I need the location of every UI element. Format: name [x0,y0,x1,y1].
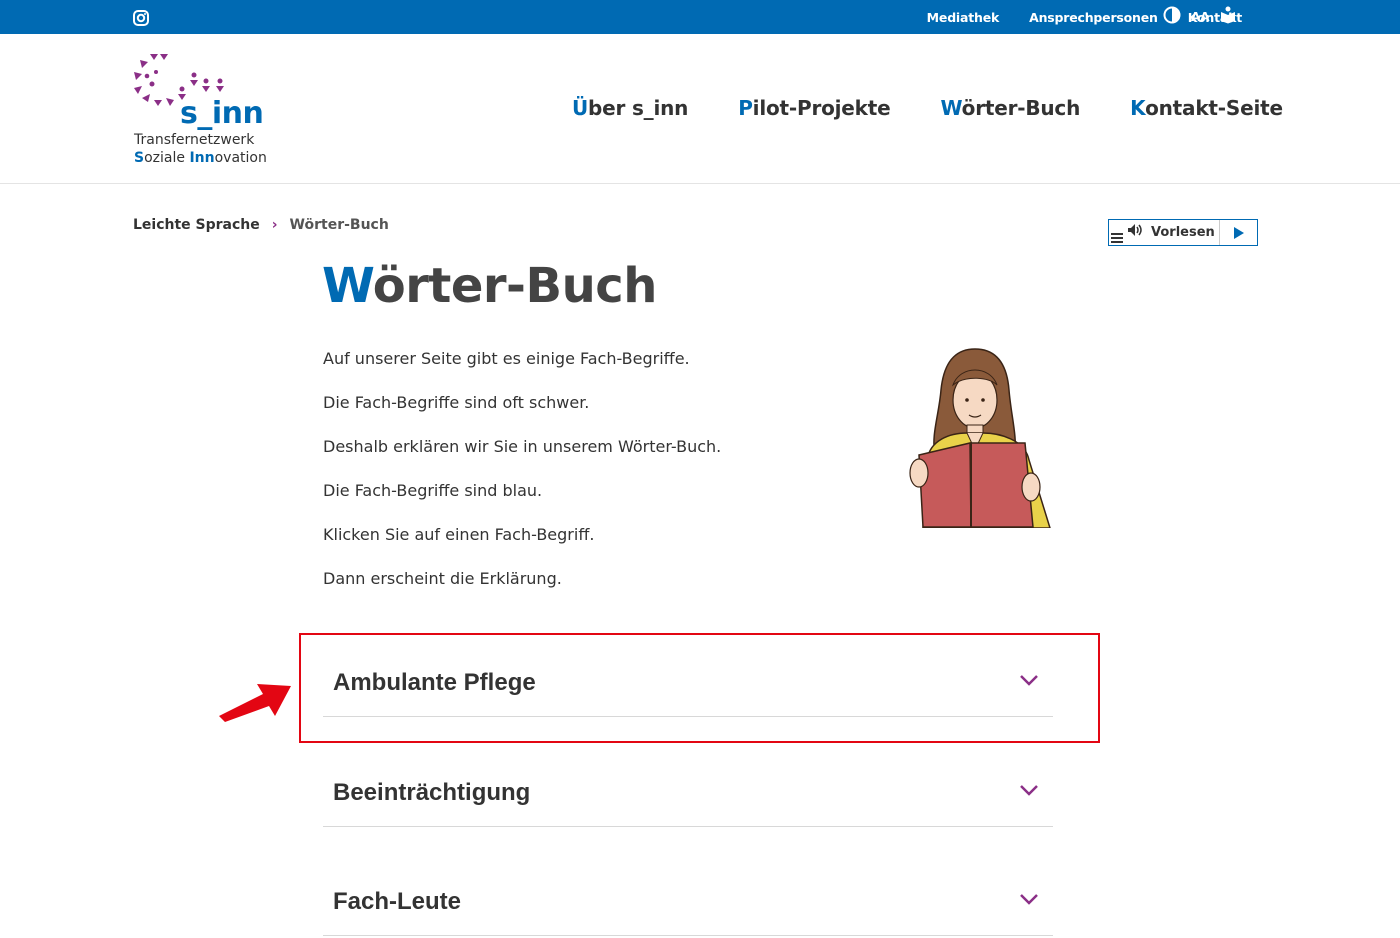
top-link-ansprechpersonen[interactable]: Ansprechpersonen [1029,10,1158,25]
top-link-mediathek[interactable]: Mediathek [927,10,1000,25]
logo-line2: Soziale Innovation [134,150,267,166]
accessibility-book-icon[interactable] [1220,6,1236,29]
accordion-title: Beeinträchtigung [333,779,531,806]
chevron-down-icon[interactable] [1019,892,1039,906]
nav-item-woerter-initial: W [940,96,962,120]
chevron-down-icon[interactable] [1019,783,1039,797]
site-logo[interactable]: s_inn Transfernetzwerk Soziale Innovatio… [132,52,272,170]
logo-brand: s_inn [180,96,264,131]
nav-item-kontakt-initial: K [1130,96,1146,120]
nav-item-ueber-rest: ber s_inn [588,96,689,120]
read-aloud-widget: Vorlesen [1108,219,1258,246]
breadcrumb-current: Wörter-Buch [289,217,389,233]
nav-item-ueber[interactable]: Über s_inn [572,96,688,120]
page-title: Wörter-Buch [322,258,657,314]
intro-line: Die Fach-Begriffe sind blau. [323,481,543,500]
intro-line: Dann erscheint die Erklärung. [323,569,562,588]
play-icon [1233,226,1244,239]
logo-line1: Transfernetzwerk [134,132,255,148]
play-button[interactable] [1219,220,1257,245]
page-title-initial: W [322,258,373,314]
logo-line2-s: S [134,150,145,166]
intro-line: Deshalb erklären wir Sie in unserem Wört… [323,437,722,456]
logo-line2-b: ovation [214,150,267,166]
breadcrumb: Leichte Sprache › Wörter-Buch [133,217,389,233]
accordion-title: Fach-Leute [333,888,462,915]
nav-item-pilot-projekte[interactable]: Pilot-Projekte [738,96,890,120]
accessibility-tools: AA [1163,6,1236,29]
nav-item-woerter-buch[interactable]: Wörter-Buch [941,96,1081,120]
intro-line: Klicken Sie auf einen Fach-Begriff. [323,525,595,544]
breadcrumb-home[interactable]: Leichte Sprache [133,217,260,233]
nav-item-pilot-rest: ilot-Projekte [752,96,891,120]
intro-line: Auf unserer Seite gibt es einige Fach-Be… [323,349,690,368]
top-bar: Mediathek Ansprechpersonen Kontakt AA [0,0,1400,34]
accordion-item-fach-leute[interactable]: Fach-Leute [323,876,1053,936]
read-aloud-label[interactable]: Vorlesen [1151,225,1215,240]
intro-line: Die Fach-Begriffe sind oft schwer. [323,393,590,412]
nav-item-woerter-rest: örter-Buch [961,96,1081,120]
site-header: s_inn Transfernetzwerk Soziale Innovatio… [0,34,1400,184]
nav-item-ueber-initial: Ü [572,96,589,120]
font-size-icon[interactable]: AA [1191,10,1210,24]
accordion-item-beeintraechtigung[interactable]: Beeinträchtigung [323,767,1053,827]
nav-item-pilot-initial: P [738,96,753,120]
instagram-icon[interactable] [133,10,149,26]
logo-line2-inn: Inn [189,150,215,166]
read-aloud-menu-icon[interactable] [1109,219,1127,246]
speaker-icon [1127,223,1145,242]
intro-text: Auf unserer Seite gibt es einige Fach-Be… [323,348,721,612]
contrast-icon[interactable] [1163,6,1181,29]
breadcrumb-separator: › [271,217,278,233]
nav-item-kontakt-seite[interactable]: Kontakt-Seite [1130,96,1283,120]
pointer-arrow-icon [219,684,291,722]
nav-item-kontakt-rest: ontakt-Seite [1145,96,1283,120]
highlight-box [299,633,1100,743]
logo-line2-a: oziale [144,150,190,166]
reading-woman-illustration [909,348,1051,528]
page-title-rest: örter-Buch [372,258,658,314]
main-nav: Über s_inn Pilot-Projekte Wörter-Buch Ko… [572,96,1333,120]
